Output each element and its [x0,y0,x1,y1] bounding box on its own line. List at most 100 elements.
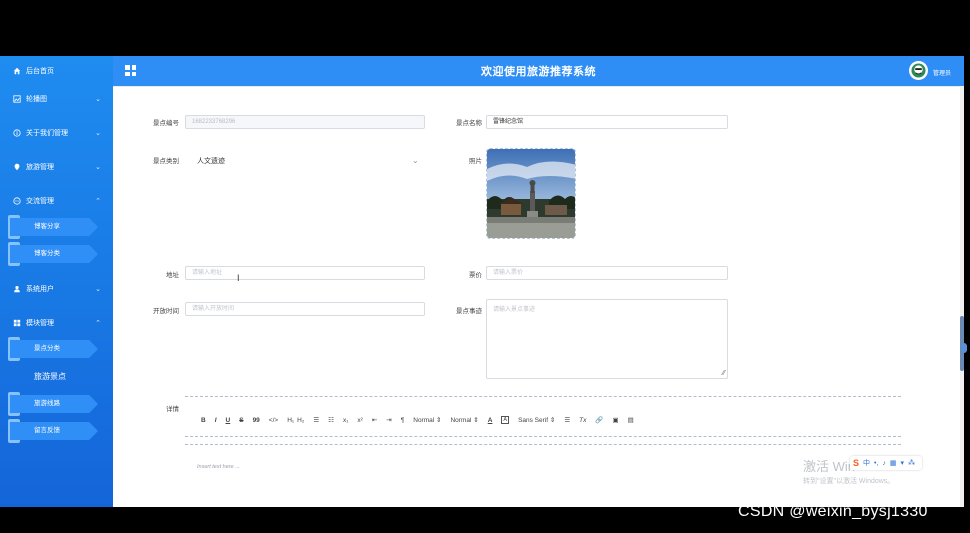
h1-button[interactable]: H₁ [287,417,294,424]
subscript-button[interactable]: x₁ [343,417,348,424]
sidebar-sub-spot-category[interactable]: 景点分类 [8,337,98,361]
editor-border-top [185,396,901,397]
bold-button[interactable]: B [201,417,206,424]
sidebar-item-label: 模块管理 [26,320,54,327]
top-header: 欢迎使用旅游推荐系统 管理员 [113,56,964,86]
mic-icon[interactable]: ♪ [882,460,886,467]
quote-button[interactable]: 99 [253,417,260,424]
story-placeholder: 请输入景点事迹 [493,307,536,313]
text-color-button[interactable]: A [488,417,493,424]
address-field[interactable]: 请输入地址 [185,266,425,280]
pin-icon [12,163,21,172]
chevron-down-icon: ⌄ [95,286,101,293]
editor-toolbar: B I U S 99 </> H₁ H₂ ☰ ☷ x₁ x² ⇤ ⇥ ¶ Nor… [201,415,643,425]
sidebar-sub-routes[interactable]: 旅游线路 [8,392,98,416]
address-label: 地址 [166,272,179,279]
category-label: 景点类别 [153,158,179,165]
sidebar-item-label: 后台首页 [26,68,54,75]
size-select-value: Normal [413,417,435,424]
align-button[interactable]: ☰ [564,416,570,424]
scroll-handle[interactable] [961,343,967,353]
admin-name[interactable]: 管理员 [933,68,951,77]
spot-photo[interactable] [486,148,576,239]
italic-button[interactable]: I [215,417,217,424]
price-field[interactable]: 请输入票价 [486,266,728,280]
link-button[interactable]: 🔗 [595,416,603,424]
spot-name-label: 景点名称 [456,120,482,127]
spot-no-field: 1682233768296 [185,115,425,129]
sidebar-item-modules[interactable]: 模块管理 ⌃ [0,310,113,336]
code-button[interactable]: </> [269,417,278,424]
punctuation-icon[interactable]: •, [874,460,878,467]
grid-menu-icon[interactable]: ⁂ [908,459,915,467]
avatar[interactable] [909,61,928,80]
screen-frame: 后台首页 轮播图 ⌄ 关于我们管理 ⌄ 旅游管理 ⌄ 交流管理 ⌃ 博客分享 博… [0,0,970,533]
sidebar-item-carousel[interactable]: 轮播图 ⌄ [0,86,113,112]
sidebar-item-about[interactable]: 关于我们管理 ⌄ [0,120,113,146]
rtl-button[interactable]: ¶ [401,417,405,424]
header-select[interactable]: Normal ⇕ [450,416,478,424]
chevron-down-icon[interactable]: ⌄ [412,156,419,165]
h2-button[interactable]: H₂ [297,417,304,424]
font-select[interactable]: Sans Serif ⇕ [518,416,555,424]
spot-name-field[interactable]: 雷锋纪念馆 [486,115,728,129]
ordered-list-button[interactable]: ☰ [313,416,319,424]
detail-label: 详情 [166,406,179,413]
chevron-up-icon: ⌃ [95,320,101,327]
image-button[interactable]: ▣ [612,416,618,424]
font-select-value: Sans Serif [518,417,549,424]
clean-format-button[interactable]: Tx [579,417,586,424]
indent-button[interactable]: ⇥ [386,416,391,424]
editor-content-top [185,444,901,445]
chat-icon [12,197,21,206]
outdent-button[interactable]: ⇤ [372,416,377,424]
sidebar-sub-label: 博客分享 [34,223,60,230]
watermark-line2: 转到"设置"以激活 Windows。 [803,478,895,485]
sidebar-sub-feedback[interactable]: 留言反馈 [8,419,98,443]
grid-icon [12,319,21,328]
editor-toolbar-divider [185,436,901,437]
chevron-down-icon: ⌄ [95,96,101,103]
resize-handle-icon[interactable]: ⁄⁄ [723,370,725,377]
video-button[interactable]: ▤ [628,416,634,424]
strike-button[interactable]: S [239,417,243,424]
sidebar-item-label: 交流管理 [26,198,54,205]
admin-app: 后台首页 轮播图 ⌄ 关于我们管理 ⌄ 旅游管理 ⌄ 交流管理 ⌃ 博客分享 博… [0,56,964,507]
chevron-down-icon: ⌄ [95,130,101,137]
sidebar-sub-spots-active[interactable]: 旅游景点 [34,371,66,382]
sidebar-sub-label: 旅游线路 [34,400,60,407]
sidebar-sub-blog-category[interactable]: 博客分类 [8,242,98,266]
bg-color-button[interactable]: A [501,416,510,424]
page-title: 欢迎使用旅游推荐系统 [481,66,596,78]
photo-label: 照片 [469,158,482,165]
ime-lang[interactable]: 中 [863,458,870,468]
image-icon [12,95,21,104]
sidebar: 后台首页 轮播图 ⌄ 关于我们管理 ⌄ 旅游管理 ⌄ 交流管理 ⌃ 博客分享 博… [0,56,113,507]
spot-edit-form: 景点编号 1682233768296 景点名称 雷锋纪念馆 景点类别 人文遗迹 … [113,86,964,507]
editor-placeholder[interactable]: Insert text here ... [197,464,240,470]
chevron-down-icon: ⌄ [95,164,101,171]
csdn-watermark: CSDN @weixin_bysj1330 [738,503,928,520]
size-select[interactable]: Normal ⇕ [413,416,441,424]
underline-button[interactable]: U [226,417,231,424]
bullet-list-button[interactable]: ☷ [328,416,334,424]
sidebar-item-label: 系统用户 [26,286,54,293]
open-time-field[interactable]: 请输入开放时间 [185,302,425,316]
spot-no-label: 景点编号 [153,120,179,127]
superscript-button[interactable]: x² [357,417,362,424]
sidebar-sub-label: 博客分类 [34,250,60,257]
sidebar-sub-blog-share[interactable]: 博客分享 [8,215,98,239]
sogou-logo-icon: S [853,458,860,468]
sidebar-item-exchange[interactable]: 交流管理 ⌃ [0,188,113,214]
ime-toolbar[interactable]: S 中 •, ♪ ▦ ▾ ⁂ [850,456,923,470]
sidebar-item-home[interactable]: 后台首页 [0,58,113,84]
sidebar-item-travel[interactable]: 旅游管理 ⌄ [0,154,113,180]
skin-icon[interactable]: ▾ [901,459,905,467]
open-time-label: 开放时间 [153,308,179,315]
keyboard-icon[interactable]: ▦ [890,459,897,467]
category-select-value[interactable]: 人文遗迹 [197,156,225,166]
sidebar-item-users[interactable]: 系统用户 ⌄ [0,276,113,302]
scrollbar-track[interactable] [960,86,964,507]
story-textarea[interactable]: 请输入景点事迹 ⁄⁄ [486,299,728,379]
sidebar-item-label: 旅游管理 [26,164,54,171]
